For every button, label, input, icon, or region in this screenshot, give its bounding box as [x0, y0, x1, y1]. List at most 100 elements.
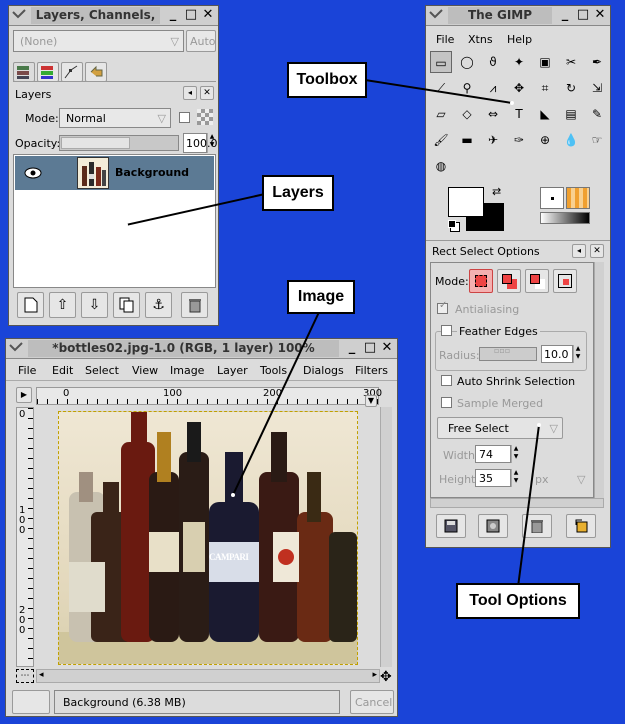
maximize-icon[interactable]: □ — [576, 8, 590, 22]
scale-tool-icon[interactable]: ⇲ — [586, 77, 608, 99]
layer-row[interactable]: Background — [15, 156, 214, 190]
color-picker-tool-icon[interactable]: ⟋ — [430, 77, 452, 99]
mode-subtract-button[interactable] — [525, 269, 549, 293]
layers-titlebar[interactable]: Layers, Channels, _ □ ✕ — [9, 6, 218, 26]
clone-tool-icon[interactable]: ⊕ — [534, 129, 556, 151]
height-field[interactable]: 35 — [475, 469, 511, 487]
maximize-icon[interactable]: □ — [184, 8, 198, 22]
convolve-tool-icon[interactable]: 💧 — [560, 129, 582, 151]
navigate-icon[interactable]: ⋯ — [16, 669, 34, 683]
zoom-menu-button[interactable]: ▼ — [365, 395, 377, 407]
perspective-tool-icon[interactable]: ◇ — [456, 103, 478, 125]
width-spinner[interactable]: ▲ ▼ — [511, 445, 520, 463]
mode-replace-button[interactable] — [469, 269, 493, 293]
zoom-tool-icon[interactable]: ⚲ — [456, 77, 478, 99]
radius-slider[interactable]: ▫▫▫ — [479, 346, 537, 361]
mode-intersect-button[interactable] — [553, 269, 577, 293]
toolbox-titlebar[interactable]: The GIMP _ □ ✕ — [426, 6, 610, 26]
color-area[interactable]: ⇄ — [448, 185, 506, 231]
horizontal-ruler[interactable]: 0 100 200 300 — [36, 387, 382, 405]
mode-add-button[interactable] — [497, 269, 521, 293]
radius-field[interactable]: 10.0 — [541, 345, 573, 363]
close-icon[interactable]: ✕ — [593, 8, 607, 22]
image-titlebar[interactable]: *bottles02.jpg-1.0 (RGB, 1 layer) 100% _… — [6, 339, 397, 359]
default-colors-icon[interactable] — [448, 220, 456, 228]
panel-close-icon[interactable]: ✕ — [200, 86, 214, 100]
tool-options-hscrollbar[interactable] — [430, 498, 604, 508]
brush-indicator[interactable] — [540, 187, 564, 209]
feather-edges-checkbox[interactable] — [441, 325, 452, 336]
text-tool-icon[interactable]: T — [508, 103, 530, 125]
free-select-dropdown[interactable]: Free Select ▽ — [437, 417, 563, 439]
menu-tools[interactable]: Tools — [260, 364, 287, 377]
restore-options-button[interactable] — [478, 514, 508, 538]
unit-value[interactable]: px — [535, 473, 549, 486]
delete-layer-button[interactable] — [181, 292, 208, 318]
fuzzy-select-tool-icon[interactable]: ✦ — [508, 51, 530, 73]
minimize-icon[interactable]: _ — [345, 341, 359, 355]
rect-select-tool-icon[interactable]: ▭ — [430, 51, 452, 73]
minimize-icon[interactable]: _ — [558, 8, 572, 22]
width-field[interactable]: 74 — [475, 445, 511, 463]
tab-channels[interactable] — [37, 62, 59, 82]
menu-edit[interactable]: Edit — [52, 364, 73, 377]
panel-menu-icon[interactable]: ◂ — [183, 86, 197, 100]
image-vscrollbar[interactable] — [380, 407, 392, 667]
maximize-icon[interactable]: □ — [363, 341, 377, 355]
mode-dropdown[interactable]: Normal ▽ — [59, 108, 171, 128]
menu-dialogs[interactable]: Dialogs — [303, 364, 344, 377]
panel-close-icon[interactable]: ✕ — [590, 244, 604, 258]
scissors-tool-icon[interactable]: ✂ — [560, 51, 582, 73]
new-layer-button[interactable] — [17, 292, 44, 318]
panel-menu-icon[interactable]: ◂ — [572, 244, 586, 258]
reset-options-button[interactable] — [566, 514, 596, 538]
free-select-tool-icon[interactable]: ϑ — [482, 51, 504, 73]
raise-layer-button[interactable]: ⇧ — [49, 292, 76, 318]
airbrush-tool-icon[interactable]: ✈ — [482, 129, 504, 151]
save-options-button[interactable] — [436, 514, 466, 538]
scroll-left-icon[interactable]: ◂ — [39, 670, 44, 680]
lower-layer-button[interactable]: ⇩ — [81, 292, 108, 318]
delete-options-button[interactable] — [522, 514, 552, 538]
move-tool-icon[interactable]: ✥ — [508, 77, 530, 99]
anchor-layer-button[interactable]: ⚓ — [145, 292, 172, 318]
flip-tool-icon[interactable]: ⇔ — [482, 103, 504, 125]
height-spinner[interactable]: ▲ ▼ — [511, 469, 520, 487]
gradient-indicator[interactable] — [540, 212, 590, 224]
close-icon[interactable]: ✕ — [380, 341, 394, 355]
smudge-tool-icon[interactable]: ☞ — [586, 129, 608, 151]
auto-button[interactable]: Auto — [186, 30, 216, 52]
eraser-tool-icon[interactable]: ▬ — [456, 129, 478, 151]
duplicate-layer-button[interactable] — [113, 292, 140, 318]
ellipse-select-tool-icon[interactable]: ◯ — [456, 51, 478, 73]
quick-mask-menu-button[interactable]: ▶ — [16, 387, 32, 403]
color-select-tool-icon[interactable]: ▣ — [534, 51, 556, 73]
bucket-fill-tool-icon[interactable]: ◣ — [534, 103, 556, 125]
menu-file[interactable]: File — [18, 364, 36, 377]
menu-xtns[interactable]: Xtns — [468, 33, 493, 46]
scroll-right-icon[interactable]: ▸ — [372, 670, 377, 680]
pattern-indicator[interactable] — [566, 187, 590, 209]
tool-options-scrollbar[interactable] — [594, 262, 604, 498]
radius-spinner[interactable]: ▲ ▼ — [573, 345, 582, 363]
pencil-tool-icon[interactable]: ✎ — [586, 103, 608, 125]
ink-tool-icon[interactable]: ✑ — [508, 129, 530, 151]
swap-colors-icon[interactable]: ⇄ — [492, 185, 501, 198]
opacity-slider[interactable] — [59, 135, 179, 151]
sample-merged-checkbox[interactable] — [441, 397, 452, 408]
image-hscrollbar[interactable]: ◂ ▸ — [36, 669, 380, 683]
blend-tool-icon[interactable]: ▤ — [560, 103, 582, 125]
image-canvas[interactable]: CAMPARI — [36, 407, 380, 667]
bottles-photo[interactable]: CAMPARI — [58, 411, 358, 665]
menu-view[interactable]: View — [132, 364, 158, 377]
tab-paths[interactable] — [61, 62, 83, 82]
menu-layer[interactable]: Layer — [217, 364, 248, 377]
crop-tool-icon[interactable]: ⌗ — [534, 77, 556, 99]
cancel-button[interactable]: Cancel — [350, 690, 394, 714]
keep-transparency-checkbox[interactable] — [179, 112, 190, 123]
tab-undo[interactable] — [85, 62, 107, 82]
navigation-icon[interactable]: ✥ — [380, 669, 392, 685]
dodge-burn-tool-icon[interactable]: ◍ — [430, 155, 452, 177]
menu-select[interactable]: Select — [85, 364, 119, 377]
rotate-tool-icon[interactable]: ↻ — [560, 77, 582, 99]
